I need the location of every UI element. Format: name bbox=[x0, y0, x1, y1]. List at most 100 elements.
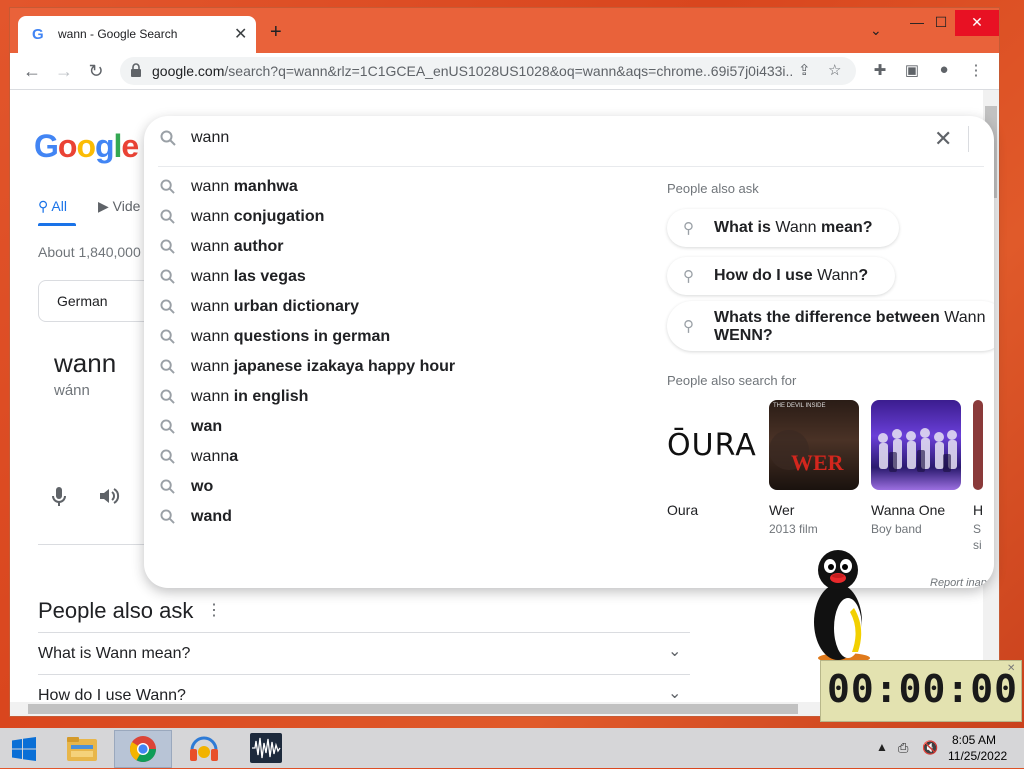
logo-letter: g bbox=[94, 128, 115, 164]
card-title: Oura bbox=[667, 502, 699, 518]
search-small-icon: ⚲ bbox=[38, 198, 52, 214]
paa-question-row[interactable]: What is Wann mean? ⌄ bbox=[38, 632, 690, 675]
suggestion-text: wann questions in german bbox=[191, 328, 390, 346]
url-host: google.com bbox=[152, 63, 225, 79]
penguin-mascot-icon bbox=[814, 550, 870, 663]
card-title: Wer bbox=[769, 502, 795, 518]
clear-search-icon[interactable]: ✕ bbox=[934, 126, 952, 152]
side-paa-question[interactable]: ⚲ What is Wann mean? bbox=[667, 209, 899, 247]
reload-icon[interactable]: ↻ bbox=[84, 59, 108, 83]
card-subtitle: Boy band bbox=[871, 522, 922, 536]
paa-question-row[interactable]: How do I use Wann? ⌄ bbox=[38, 674, 690, 702]
search-icon bbox=[160, 359, 175, 378]
suggestion-prefix: wann bbox=[191, 268, 234, 285]
wer-poster-title: WER bbox=[791, 450, 844, 475]
suggestion-item[interactable]: wann questions in german bbox=[144, 323, 644, 353]
suggestion-item[interactable]: wann las vegas bbox=[144, 263, 644, 293]
oura-logo-text: ŌURA bbox=[667, 428, 757, 463]
side-paa-normal: Wann bbox=[817, 267, 859, 284]
menu-kebab-icon[interactable]: ⋮ bbox=[966, 61, 986, 79]
waveform-app-icon[interactable] bbox=[238, 730, 294, 766]
suggestion-item[interactable]: wann author bbox=[144, 233, 644, 263]
share-icon[interactable]: ⇪ bbox=[798, 61, 811, 79]
tab-videos-label: Vide bbox=[112, 198, 141, 214]
wer-poster-caption: THE DEVIL INSIDE bbox=[773, 403, 826, 409]
audio-app-icon[interactable] bbox=[176, 730, 232, 766]
search-input[interactable]: wann bbox=[191, 129, 229, 147]
suggestion-item[interactable]: wo bbox=[144, 473, 644, 503]
tab-all[interactable]: ⚲ All bbox=[38, 198, 67, 215]
search-icon: ⚲ bbox=[683, 318, 694, 335]
back-arrow-icon[interactable]: ← bbox=[20, 59, 44, 83]
search-box-underline bbox=[158, 166, 984, 167]
paa-question-text: What is Wann mean? bbox=[38, 645, 191, 662]
side-paa-bold: ? bbox=[858, 267, 869, 284]
network-icon[interactable]: ⎙ bbox=[898, 740, 908, 756]
language-chip[interactable]: German bbox=[38, 280, 160, 322]
tab-close-icon[interactable]: ✕ bbox=[234, 24, 247, 44]
paa-question-text: How do I use Wann? bbox=[38, 687, 186, 702]
chevron-down-icon: ⌄ bbox=[668, 643, 682, 660]
suggestion-item[interactable]: wann conjugation bbox=[144, 203, 644, 233]
people-also-search-heading: People also search for bbox=[667, 373, 797, 388]
timer-close-icon[interactable]: ✕ bbox=[1007, 663, 1015, 674]
report-inappropriate-link[interactable]: Report inap bbox=[930, 577, 987, 588]
timer-widget[interactable]: 00:00:00 ✕ bbox=[820, 660, 1022, 722]
close-window-button[interactable]: ✕ bbox=[955, 10, 999, 36]
suggestion-text: wann las vegas bbox=[191, 268, 306, 286]
suggestion-text: wann manhwa bbox=[191, 178, 298, 196]
suggestion-completion: manhwa bbox=[233, 178, 298, 195]
microphone-icon[interactable] bbox=[52, 486, 66, 514]
volume-muted-icon[interactable]: 🔇 bbox=[922, 740, 938, 756]
tray-overflow-icon[interactable]: ▲ bbox=[876, 740, 888, 754]
file-explorer-icon[interactable] bbox=[54, 730, 110, 766]
tab-search-chevron-icon[interactable]: ⌄ bbox=[870, 22, 882, 39]
search-icon bbox=[160, 299, 175, 318]
address-bar[interactable]: google.com/search?q=wann&rlz=1C1GCEA_enU… bbox=[120, 57, 856, 85]
side-paa-question[interactable]: ⚲ How do I use Wann? bbox=[667, 257, 895, 295]
suggestion-completion: author bbox=[233, 238, 284, 255]
speaker-icon[interactable] bbox=[98, 486, 120, 512]
taskbar: ▲ ⎙ 🔇 8:05 AM 11/25/2022 bbox=[0, 728, 1024, 768]
search-icon bbox=[160, 479, 175, 498]
section-divider bbox=[38, 544, 158, 545]
suggestion-completion: las vegas bbox=[233, 268, 306, 285]
new-tab-button[interactable]: + bbox=[270, 22, 282, 42]
horizontal-scroll-thumb[interactable] bbox=[28, 704, 798, 714]
suggestion-text: wann author bbox=[191, 238, 283, 256]
more-options-icon[interactable]: ⋮ bbox=[206, 600, 222, 620]
search-icon bbox=[160, 269, 175, 288]
extensions-puzzle-icon[interactable]: ✚ bbox=[870, 61, 890, 79]
windows-start-icon[interactable] bbox=[12, 737, 36, 761]
tab-videos[interactable]: ▶ Vide bbox=[98, 198, 140, 215]
url-text[interactable]: google.com/search?q=wann&rlz=1C1GCEA_enU… bbox=[152, 63, 792, 79]
suggestion-completion: urban dictionary bbox=[233, 298, 360, 315]
suggestion-item[interactable]: wann japanese izakaya happy hour bbox=[144, 353, 644, 383]
suggestion-item[interactable]: wand bbox=[144, 503, 644, 533]
forward-arrow-icon[interactable]: → bbox=[52, 59, 76, 83]
suggestion-item[interactable]: wan bbox=[144, 413, 644, 443]
suggestion-prefix: wann bbox=[191, 298, 234, 315]
suggestion-item[interactable]: wann manhwa bbox=[144, 173, 644, 203]
suggestion-item[interactable]: wanna bbox=[144, 443, 644, 473]
result-stats: About 1,840,000 bbox=[38, 244, 141, 260]
browser-tab[interactable]: G wann - Google Search ✕ bbox=[18, 16, 256, 53]
suggestion-completion: wan bbox=[191, 418, 223, 435]
search-icon bbox=[160, 389, 175, 408]
suggestion-item[interactable]: wann in english bbox=[144, 383, 644, 413]
side-panel-icon[interactable]: ▣ bbox=[902, 61, 922, 79]
search-icon bbox=[160, 239, 175, 258]
lock-icon[interactable] bbox=[130, 63, 142, 80]
clock-date[interactable]: 11/25/2022 bbox=[948, 749, 1007, 763]
clock-time[interactable]: 8:05 AM bbox=[952, 733, 996, 747]
partial-card-image bbox=[973, 400, 983, 490]
bookmark-star-icon[interactable]: ☆ bbox=[828, 61, 841, 79]
tab-strip: G wann - Google Search ✕ + ⌄ — ☐ ✕ bbox=[10, 8, 999, 53]
suggestion-prefix: wann bbox=[191, 358, 234, 375]
profile-avatar-icon[interactable]: ● bbox=[934, 61, 954, 78]
google-logo[interactable]: Google bbox=[34, 128, 139, 165]
side-paa-question[interactable]: ⚲ Whats the difference between Wann WENN? bbox=[667, 301, 994, 351]
suggestion-item[interactable]: wann urban dictionary bbox=[144, 293, 644, 323]
chrome-taskbar-icon[interactable] bbox=[114, 730, 172, 768]
suggestion-text: wo bbox=[191, 478, 213, 496]
